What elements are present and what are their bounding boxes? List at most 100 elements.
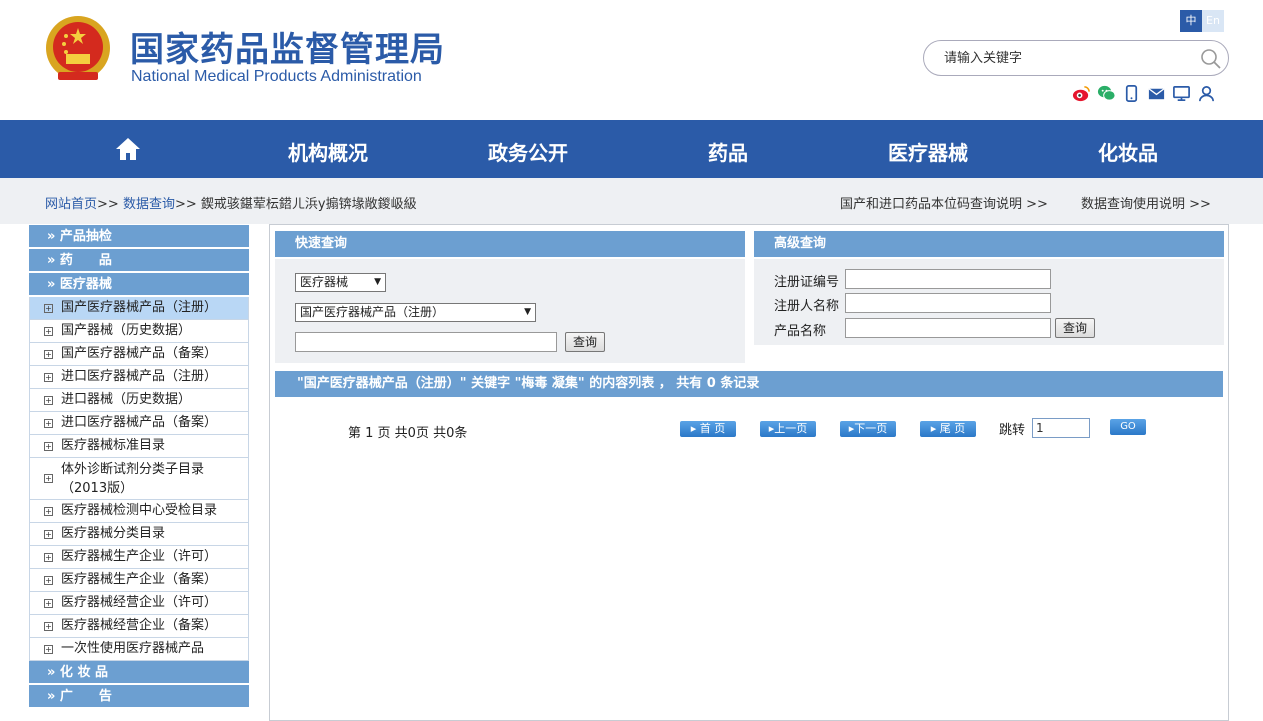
registrant-input[interactable] — [845, 293, 1051, 313]
main-nav: 机构概况 政务公开 药品 医疗器械 化妆品 — [0, 120, 1263, 178]
product-name-label: 产品名称 — [774, 324, 827, 339]
sidebar-item[interactable]: + 进口医疗器械产品（注册） — [29, 366, 249, 389]
breadcrumb-bar: 网站首页>> 数据查询>> 鍥戒骇鍖荤枟鍣ㄦ浜у搧锛堟敞鍐岋級 国产和进口药品本… — [0, 178, 1263, 224]
next-page-label: 下一页 — [854, 422, 888, 435]
category-select-value: 医疗器械 — [300, 275, 349, 289]
left-sidebar: » 产品抽检 » 药 品 » 医疗器械 + 国产医疗器械产品（注册） + 国产器械（… — [29, 225, 249, 721]
nav-item-gov-affairs[interactable]: 政务公开 — [488, 137, 568, 166]
sidebar-item[interactable]: + 进口器械（历史数据） — [29, 389, 249, 412]
sidebar-item[interactable]: + 国产器械（历史数据） — [29, 320, 249, 343]
search-icon[interactable] — [1199, 47, 1223, 71]
breadcrumb-home-link[interactable]: 网站首页 — [45, 197, 97, 212]
breadcrumb: 网站首页>> 数据查询>> 鍥戒骇鍖荤枟鍣ㄦ浜у搧锛堟敞鍐岋級 — [45, 193, 417, 212]
sidebar-item[interactable]: + 国产医疗器械产品（注册） — [29, 297, 249, 320]
sidebar-cat-cosmetics[interactable]: » 化 妆 品 — [29, 661, 249, 685]
home-icon[interactable] — [114, 135, 142, 163]
expand-icon: + — [44, 327, 53, 336]
reg-cert-input[interactable] — [845, 269, 1051, 289]
site-title-en: National Medical Products Administration — [131, 68, 422, 85]
category-select[interactable]: 医疗器械 ▼ — [295, 273, 386, 292]
sidebar-cat-ads[interactable]: » 广 告 — [29, 685, 249, 709]
sidebar-cat-sampling[interactable]: » 产品抽检 — [29, 225, 249, 249]
sidebar-item[interactable]: + 国产医疗器械产品（备案） — [29, 343, 249, 366]
sidebar-item[interactable]: + 医疗器械经营企业（许可） — [29, 592, 249, 615]
sidebar-item-label: 进口医疗器械产品（备案） — [61, 415, 218, 430]
first-page-label: 首 页 — [699, 422, 726, 435]
site-title-cn: 国家药品监督管理局 — [130, 30, 445, 70]
screen-icon[interactable] — [1172, 84, 1191, 103]
expand-icon: + — [44, 530, 53, 539]
sidebar-cat-devices[interactable]: » 医疗器械 — [29, 273, 249, 297]
mobile-icon[interactable] — [1122, 84, 1141, 103]
breadcrumb-data-query-link[interactable]: 数据查询 — [123, 197, 175, 212]
next-page-button[interactable]: ▸下一页 — [840, 421, 896, 437]
last-page-button[interactable]: ▸ 尾 页 — [920, 421, 976, 437]
breadcrumb-separator: >> — [97, 197, 119, 212]
expand-icon: + — [44, 553, 53, 562]
data-query-help-link[interactable]: 数据查询使用说明 >> — [1081, 193, 1211, 212]
expand-icon: + — [44, 304, 53, 313]
search-box — [923, 40, 1229, 76]
sidebar-cat-drugs[interactable]: » 药 品 — [29, 249, 249, 273]
sidebar-item-label: 医疗器械经营企业（许可） — [61, 595, 218, 610]
sidebar-item-label: 医疗器械分类目录 — [61, 526, 166, 541]
product-name-input[interactable] — [845, 318, 1051, 338]
breadcrumb-separator: >> — [174, 197, 197, 212]
pagination-info: 第 1 页 共0页 共0条 — [348, 426, 468, 441]
quick-query-button[interactable]: 查询 — [565, 332, 605, 352]
language-switch: 中 En — [1180, 10, 1224, 32]
sidebar-item[interactable]: + 医疗器械经营企业（备案） — [29, 615, 249, 638]
expand-icon: + — [44, 419, 53, 428]
prev-page-button[interactable]: ▸上一页 — [760, 421, 816, 437]
sidebar-item[interactable]: + 医疗器械生产企业（备案） — [29, 569, 249, 592]
sidebar-item[interactable]: + 医疗器械分类目录 — [29, 523, 249, 546]
nav-item-cosmetics[interactable]: 化妆品 — [1098, 137, 1158, 166]
database-select-value: 国产医疗器械产品（注册） — [300, 305, 445, 319]
expand-icon: + — [44, 396, 53, 405]
search-input[interactable] — [944, 49, 1194, 67]
database-select[interactable]: 国产医疗器械产品（注册） ▼ — [295, 303, 536, 322]
sidebar-item[interactable]: + 医疗器械检测中心受检目录 — [29, 500, 249, 523]
sidebar-item[interactable]: + 体外诊断试剂分类子目录（2013版） — [29, 458, 249, 500]
keyword-input[interactable] — [295, 332, 557, 352]
lang-zh-button[interactable]: 中 — [1180, 10, 1202, 32]
expand-icon: + — [44, 599, 53, 608]
dropdown-arrow-icon: ▼ — [524, 307, 531, 317]
nav-item-institution[interactable]: 机构概况 — [288, 137, 368, 166]
advanced-query-button[interactable]: 查询 — [1055, 318, 1095, 338]
expand-icon: + — [44, 474, 53, 483]
expand-icon: + — [44, 622, 53, 631]
sidebar-item-label: 体外诊断试剂分类子目录（2013版） — [61, 462, 205, 496]
user-icon[interactable] — [1197, 84, 1216, 103]
quick-query-title: 快速查询 — [275, 231, 745, 257]
go-button[interactable]: GO — [1110, 419, 1146, 435]
first-page-button[interactable]: ▸ 首 页 — [680, 421, 736, 437]
sidebar-item-label: 医疗器械生产企业（许可） — [61, 549, 218, 564]
sidebar-item[interactable]: + 进口医疗器械产品（备案） — [29, 412, 249, 435]
sidebar-item-label: 医疗器械检测中心受检目录 — [61, 503, 218, 518]
sidebar-item[interactable]: + 一次性使用医疗器械产品 — [29, 638, 249, 661]
wechat-icon[interactable] — [1097, 84, 1116, 103]
advanced-query-panel: 注册证编号 注册人名称 产品名称 查询 — [754, 259, 1224, 345]
nav-item-medical-devices[interactable]: 医疗器械 — [888, 137, 968, 166]
jump-label: 跳转 — [999, 423, 1026, 438]
sidebar-item[interactable]: + 医疗器械生产企业（许可） — [29, 546, 249, 569]
sidebar-item-label: 医疗器械生产企业（备案） — [61, 572, 218, 587]
sidebar-item-label: 进口医疗器械产品（注册） — [61, 369, 218, 384]
sidebar-item-label: 进口器械（历史数据） — [61, 392, 192, 407]
mail-icon[interactable] — [1147, 84, 1166, 103]
sidebar-item-label: 一次性使用医疗器械产品 — [61, 641, 205, 656]
weibo-icon[interactable] — [1072, 84, 1091, 103]
last-page-label: 尾 页 — [939, 422, 966, 435]
sidebar-item-label: 医疗器械标准目录 — [61, 438, 166, 453]
breadcrumb-current: 鍥戒骇鍖荤枟鍣ㄦ浜у搧锛堟敞鍐岋級 — [200, 197, 417, 212]
drug-code-help-link[interactable]: 国产和进口药品本位码查询说明 >> — [840, 193, 1048, 212]
sidebar-item[interactable]: + 医疗器械标准目录 — [29, 435, 249, 458]
lang-en-button[interactable]: En — [1202, 10, 1224, 32]
jump-page-input[interactable]: 1 — [1032, 418, 1090, 438]
nav-item-drugs[interactable]: 药品 — [708, 137, 748, 166]
dropdown-arrow-icon: ▼ — [374, 277, 381, 287]
advanced-query-title: 高级查询 — [754, 231, 1224, 257]
expand-icon: + — [44, 350, 53, 359]
expand-icon: + — [44, 507, 53, 516]
